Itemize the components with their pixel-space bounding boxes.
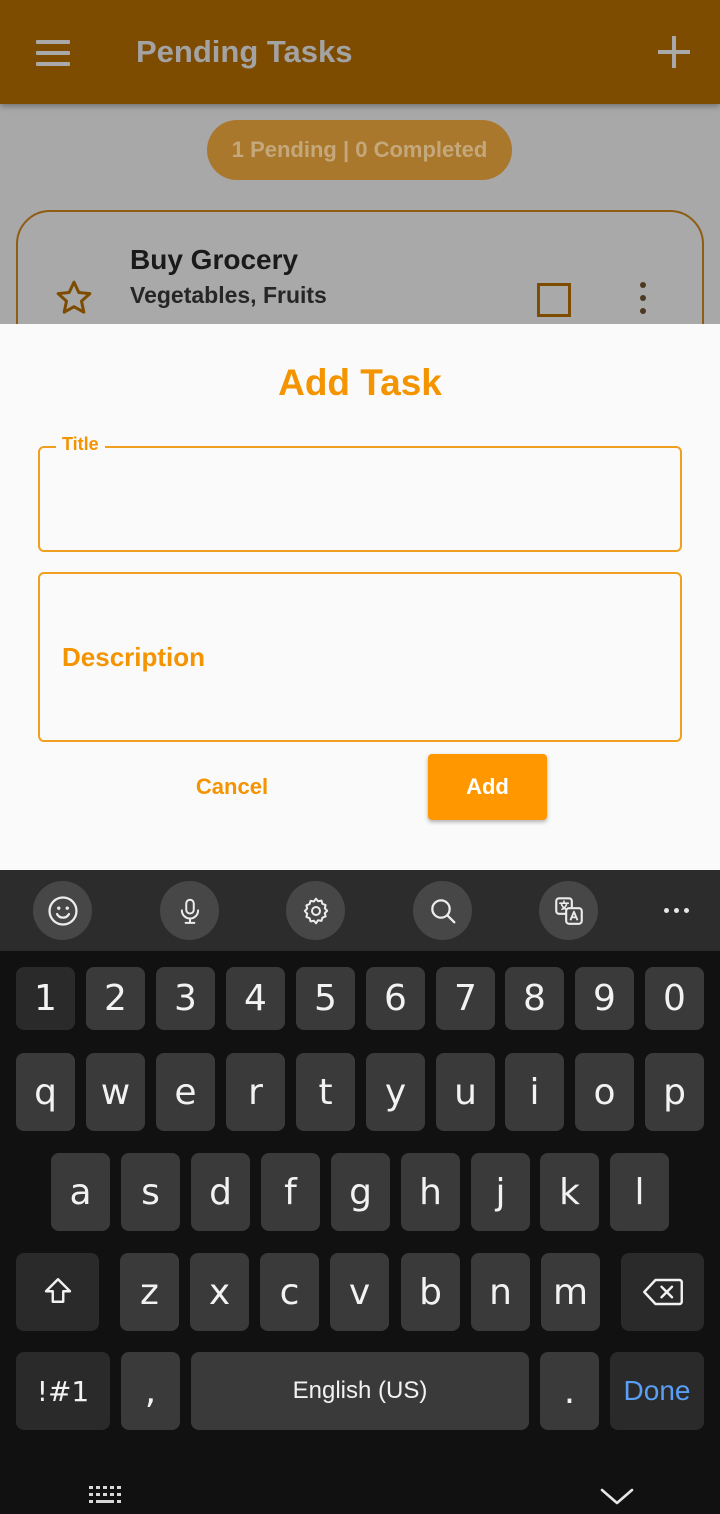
key-m[interactable]: m <box>541 1253 600 1331</box>
more-icon[interactable] <box>646 884 706 936</box>
key-6[interactable]: 6 <box>366 967 425 1030</box>
key-s[interactable]: s <box>121 1153 180 1231</box>
key-q[interactable]: q <box>16 1053 75 1131</box>
key-p[interactable]: p <box>645 1053 704 1131</box>
key-o[interactable]: o <box>575 1053 634 1131</box>
key-l[interactable]: l <box>610 1153 669 1231</box>
app-bar: Pending Tasks <box>0 0 720 104</box>
key-f[interactable]: f <box>261 1153 320 1231</box>
description-input[interactable] <box>40 574 680 740</box>
menu-icon[interactable] <box>36 40 70 66</box>
search-icon[interactable] <box>413 881 472 940</box>
hide-keyboard-icon[interactable] <box>596 1482 638 1508</box>
key-0[interactable]: 0 <box>645 967 704 1030</box>
task-complete-checkbox[interactable] <box>537 283 571 317</box>
key-9[interactable]: 9 <box>575 967 634 1030</box>
key-y[interactable]: y <box>366 1053 425 1131</box>
key-r[interactable]: r <box>226 1053 285 1131</box>
key-x[interactable]: x <box>190 1253 249 1331</box>
comma-key[interactable]: , <box>121 1352 180 1430</box>
keyboard-toolbar <box>0 870 720 951</box>
key-i[interactable]: i <box>505 1053 564 1131</box>
key-w[interactable]: w <box>86 1053 145 1131</box>
period-key[interactable]: . <box>540 1352 599 1430</box>
title-input[interactable] <box>40 448 680 550</box>
key-j[interactable]: j <box>471 1153 530 1231</box>
key-8[interactable]: 8 <box>505 967 564 1030</box>
emoji-icon[interactable] <box>33 881 92 940</box>
page-title: Pending Tasks <box>136 34 353 69</box>
backspace-icon <box>642 1278 683 1306</box>
cancel-button[interactable]: Cancel <box>176 754 288 820</box>
settings-icon[interactable] <box>286 881 345 940</box>
key-v[interactable]: v <box>330 1253 389 1331</box>
task-card[interactable]: Buy Grocery Vegetables, Fruits <box>16 210 704 324</box>
key-1[interactable]: 1 <box>16 967 75 1030</box>
add-task-dialog: Add Task Title Description Cancel Add <box>0 324 720 870</box>
key-g[interactable]: g <box>331 1153 390 1231</box>
star-icon[interactable] <box>54 278 94 318</box>
more-options-icon[interactable] <box>636 282 650 318</box>
task-description: Vegetables, Fruits <box>130 282 327 308</box>
app-screen: Pending Tasks 1 Pending | 0 Completed Bu… <box>0 0 720 324</box>
key-5[interactable]: 5 <box>296 967 355 1030</box>
add-task-icon[interactable] <box>658 36 690 68</box>
description-field[interactable]: Description <box>38 572 682 742</box>
key-t[interactable]: t <box>296 1053 355 1131</box>
shift-key[interactable] <box>16 1253 99 1331</box>
key-c[interactable]: c <box>260 1253 319 1331</box>
key-b[interactable]: b <box>401 1253 460 1331</box>
title-field[interactable]: Title <box>38 434 682 552</box>
key-k[interactable]: k <box>540 1153 599 1231</box>
backspace-key[interactable] <box>621 1253 704 1331</box>
key-u[interactable]: u <box>436 1053 495 1131</box>
key-7[interactable]: 7 <box>436 967 495 1030</box>
key-3[interactable]: 3 <box>156 967 215 1030</box>
key-e[interactable]: e <box>156 1053 215 1131</box>
on-screen-keyboard: 1 2 3 4 5 6 7 8 9 0 q w e r t y u i o p … <box>0 870 720 1514</box>
status-badge: 1 Pending | 0 Completed <box>207 120 512 180</box>
translate-icon[interactable] <box>539 881 598 940</box>
add-button[interactable]: Add <box>428 754 547 820</box>
done-key[interactable]: Done <box>610 1352 704 1430</box>
key-a[interactable]: a <box>51 1153 110 1231</box>
space-key[interactable]: English (US) <box>191 1352 529 1430</box>
key-2[interactable]: 2 <box>86 967 145 1030</box>
dialog-title: Add Task <box>278 362 442 403</box>
task-title: Buy Grocery <box>130 244 299 275</box>
key-d[interactable]: d <box>191 1153 250 1231</box>
key-h[interactable]: h <box>401 1153 460 1231</box>
key-4[interactable]: 4 <box>226 967 285 1030</box>
key-z[interactable]: z <box>120 1253 179 1331</box>
keyboard-switch-icon[interactable] <box>86 1484 128 1506</box>
shift-icon <box>44 1278 71 1303</box>
microphone-icon[interactable] <box>160 881 219 940</box>
key-n[interactable]: n <box>471 1253 530 1331</box>
symbols-key[interactable]: !#1 <box>16 1352 110 1430</box>
